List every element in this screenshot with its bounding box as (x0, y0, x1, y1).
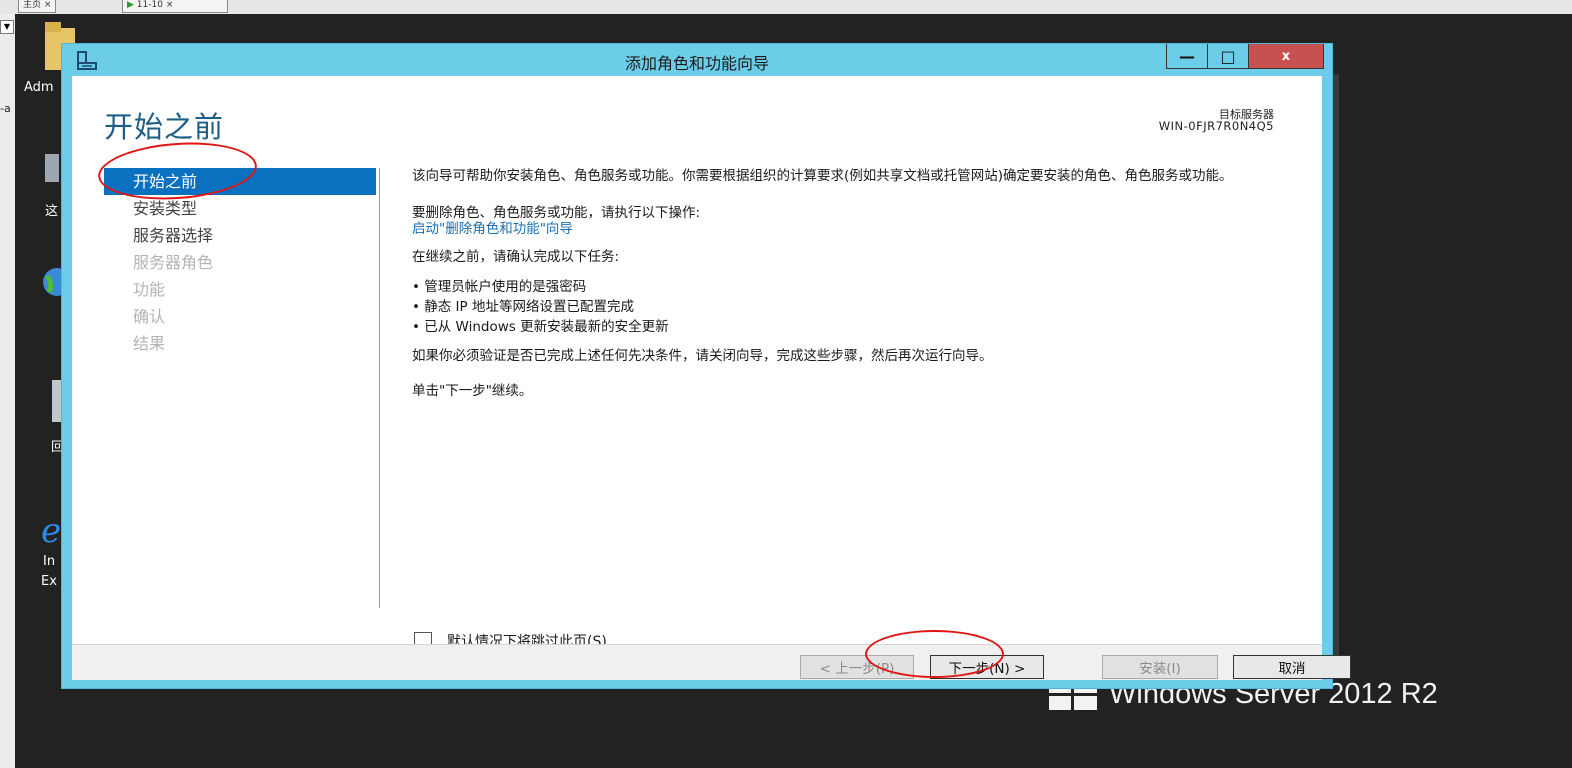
minimize-icon: — (1179, 46, 1195, 66)
remove-roles-link[interactable]: 启动"删除角色和功能"向导 (412, 221, 1302, 237)
minimize-button[interactable]: — (1166, 44, 1208, 69)
computer-icon[interactable] (45, 154, 59, 182)
wizard-step-nav: 开始之前 安装类型 服务器选择 服务器角色 功能 确认 结果 (104, 168, 376, 357)
svg-text:e: e (41, 511, 61, 546)
intro-text: 该向导可帮助你安装角色、角色服务或功能。你需要根据组织的计算要求(例如共享文档或… (412, 168, 1233, 184)
next-button[interactable]: 下一步(N) > (930, 655, 1044, 679)
desktop-icon-label-ie-1: In (43, 554, 56, 569)
host-left-fragment: -a (0, 102, 11, 115)
nav-item-server-selection[interactable]: 服务器选择 (104, 222, 376, 249)
page-title: 开始之前 (104, 110, 225, 144)
verify-text: 如果你必须验证是否已完成上述任何先决条件，请关闭向导，完成这些步骤，然后再次运行… (412, 348, 993, 364)
nav-item-before-you-begin[interactable]: 开始之前 (104, 168, 376, 195)
nav-item-confirmation: 确认 (133, 307, 166, 326)
cancel-button[interactable]: 取消 (1233, 655, 1351, 679)
click-next-text: 单击"下一步"继续。 (412, 383, 533, 399)
target-server-name: WIN-0FJR7R0N4Q5 (1158, 119, 1274, 133)
title-bar[interactable]: 添加角色和功能向导 — □ x (62, 44, 1332, 76)
list-item: • 管理员帐户使用的是强密码 (412, 279, 587, 295)
window-shadow (1331, 74, 1339, 669)
window-title: 添加角色和功能向导 (624, 54, 769, 73)
host-tab-home[interactable]: 主页 × (18, 0, 57, 13)
install-button: 安装(I) (1102, 655, 1218, 679)
close-icon: x (1281, 48, 1291, 64)
nav-item-installation-type[interactable]: 安装类型 (104, 195, 376, 222)
before-continue-text: 在继续之前，请确认完成以下任务: (412, 249, 620, 265)
task-list: • 管理员帐户使用的是强密码 • 静态 IP 地址等网络设置已配置完成 • 已从… (412, 279, 1302, 335)
nav-item-results: 结果 (133, 334, 166, 353)
nav-item-server-roles: 服务器角色 (133, 253, 214, 272)
host-tab-vm[interactable]: ▶ 11-10 × (122, 0, 228, 13)
back-button: < 上一步(P) (800, 655, 914, 679)
wizard-client-area: 开始之前 目标服务器 WIN-0FJR7R0N4Q5 开始之前 安装类型 服务器… (72, 76, 1322, 680)
list-item: • 静态 IP 地址等网络设置已配置完成 (412, 299, 634, 315)
add-roles-wizard-window: 添加角色和功能向导 — □ x 开始之前 目标服务器 WIN-0FJR7R0N4… (62, 44, 1351, 688)
desktop-icon-label-admin: Adm (24, 80, 54, 95)
wizard-content: 该向导可帮助你安装角色、角色服务或功能。你需要根据组织的计算要求(例如共享文档或… (412, 168, 1302, 399)
nav-item-features: 功能 (133, 280, 166, 299)
maximize-icon: □ (1220, 46, 1236, 66)
desktop-icon-label-this-pc: 这 (45, 204, 59, 219)
maximize-button[interactable]: □ (1207, 44, 1249, 69)
chevron-down-icon[interactable]: ▼ (0, 20, 14, 34)
list-item: • 已从 Windows 更新安装最新的安全更新 (412, 319, 669, 335)
host-left-panel: ▼ -a (0, 14, 16, 768)
close-button[interactable]: x (1248, 44, 1324, 69)
desktop-icon-label-ie-2: Ex (41, 574, 57, 589)
remove-instruction: 要删除角色、角色服务或功能，请执行以下操作: (412, 205, 701, 221)
network-globe-icon[interactable] (43, 264, 63, 300)
internet-explorer-icon[interactable]: e (41, 510, 63, 546)
host-tab-strip: 主页 × ▶ 11-10 × (0, 0, 1572, 15)
nav-divider (379, 168, 380, 608)
